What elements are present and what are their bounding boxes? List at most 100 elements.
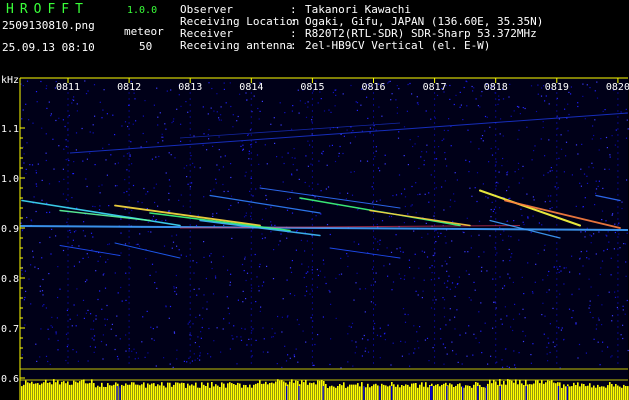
level-bar (615, 384, 617, 400)
noise-pixel (616, 306, 618, 309)
noise-pixel (284, 345, 286, 347)
noise-pixel (208, 129, 210, 131)
noise-pixel (468, 297, 470, 299)
noise-pixel (403, 155, 405, 157)
noise-pixel (467, 251, 469, 253)
noise-pixel (213, 340, 215, 342)
noise-pixel (615, 129, 617, 131)
noise-pixel (182, 205, 184, 207)
y-tick-label: 1.1 (1, 124, 19, 135)
level-gap (566, 386, 568, 400)
noise-pixel (26, 142, 28, 144)
level-bar (413, 383, 415, 400)
level-bar (237, 382, 239, 400)
noise-pixel (239, 93, 241, 95)
noise-pixel (57, 296, 59, 299)
noise-pixel (475, 98, 477, 100)
noise-pixel (401, 355, 403, 357)
level-bar (513, 382, 515, 400)
noise-pixel (340, 273, 343, 275)
file-name: 2509130810.png (2, 19, 95, 32)
noise-pixel (222, 166, 224, 168)
noise-pixel (279, 240, 281, 242)
noise-pixel (370, 301, 372, 303)
noise-pixel (230, 163, 232, 165)
noise-pixel (173, 118, 175, 120)
level-bar (189, 385, 191, 400)
level-bar (113, 384, 115, 400)
noise-pixel (497, 148, 499, 150)
noise-pixel (202, 307, 204, 309)
noise-pixel (425, 151, 428, 153)
noise-pixel (53, 168, 55, 170)
noise-pixel (481, 135, 484, 137)
noise-pixel (104, 318, 106, 320)
noise-pixel (470, 247, 472, 249)
noise-pixel (311, 269, 313, 271)
noise-pixel (176, 349, 178, 351)
level-bar (41, 383, 43, 400)
x-tick-label: 0820 (606, 82, 629, 93)
level-bar (265, 381, 267, 400)
noise-pixel (375, 150, 377, 152)
noise-pixel (274, 224, 276, 226)
noise-pixel (220, 119, 222, 121)
level-bar (157, 384, 159, 400)
level-bar (241, 387, 243, 400)
noise-pixel (185, 101, 187, 103)
noise-pixel (435, 229, 437, 231)
noise-pixel (447, 280, 449, 282)
noise-pixel (351, 194, 354, 196)
noise-pixel (307, 266, 310, 268)
noise-pixel (443, 316, 446, 318)
noise-pixel (24, 324, 26, 326)
level-gap (298, 386, 300, 400)
noise-pixel (105, 344, 107, 346)
noise-pixel (199, 314, 201, 316)
level-bar (221, 382, 223, 400)
noise-pixel (166, 90, 168, 92)
noise-pixel (330, 338, 332, 340)
noise-pixel (191, 182, 193, 184)
noise-pixel (488, 161, 490, 163)
noise-pixel (247, 134, 249, 136)
level-bar (455, 385, 457, 400)
noise-pixel (579, 273, 581, 275)
noise-pixel (222, 183, 224, 186)
noise-pixel (26, 80, 29, 82)
noise-pixel (230, 195, 233, 197)
noise-pixel (597, 294, 599, 297)
noise-pixel (128, 348, 130, 350)
noise-pixel (228, 208, 230, 211)
noise-pixel (95, 270, 97, 272)
noise-pixel (175, 274, 177, 277)
level-bar (187, 383, 189, 400)
noise-pixel (437, 235, 440, 238)
noise-pixel (597, 317, 600, 319)
noise-pixel (55, 235, 57, 237)
noise-pixel (169, 210, 171, 212)
noise-pixel (522, 107, 524, 109)
noise-pixel (365, 347, 367, 349)
noise-pixel (340, 257, 342, 259)
noise-pixel (334, 160, 337, 163)
noise-pixel (87, 360, 89, 362)
noise-pixel (611, 355, 613, 357)
noise-pixel (328, 109, 330, 111)
level-bar (475, 382, 477, 400)
noise-pixel (470, 299, 472, 301)
level-bar (23, 384, 25, 400)
noise-pixel (102, 274, 104, 276)
noise-pixel (603, 250, 605, 252)
noise-pixel (513, 350, 515, 352)
noise-pixel (571, 317, 573, 319)
noise-pixel (289, 357, 291, 359)
noise-pixel (356, 209, 359, 211)
noise-pixel (377, 249, 379, 251)
level-bar (235, 384, 237, 400)
noise-pixel (471, 195, 473, 197)
noise-pixel (508, 198, 510, 200)
noise-pixel (245, 171, 247, 173)
noise-pixel (41, 257, 43, 259)
noise-pixel (450, 145, 452, 147)
